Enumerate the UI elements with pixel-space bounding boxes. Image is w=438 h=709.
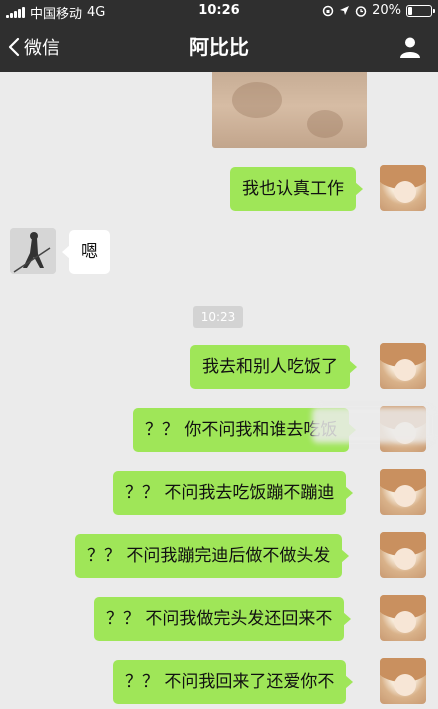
location-icon	[340, 6, 350, 15]
message-bubble[interactable]: ？？ 不问我去吃饭蹦不蹦迪	[113, 471, 354, 515]
my-avatar[interactable]	[380, 532, 426, 578]
message-bubble[interactable]: ？？ 不问我做完头发还回来不	[94, 597, 352, 641]
status-bar: 中国移动 4G 10:26 20%	[0, 0, 438, 22]
my-avatar[interactable]	[380, 469, 426, 515]
my-avatar[interactable]	[380, 343, 426, 389]
message-bubble[interactable]: ？？ 不问我回来了还爱你不	[113, 660, 354, 704]
contact-avatar[interactable]	[10, 228, 56, 274]
battery-icon	[406, 4, 435, 17]
alarm-icon	[355, 5, 367, 17]
my-avatar[interactable]	[380, 595, 426, 641]
contact-photo-icon	[10, 228, 56, 274]
my-avatar[interactable]	[380, 658, 426, 704]
blur-overlay	[312, 407, 432, 443]
lock-rotation-icon	[322, 5, 334, 16]
message-timestamp: 10:23	[193, 306, 243, 328]
message-bubble[interactable]: 我去和别人吃饭了	[190, 345, 357, 389]
nav-bar: 微信 阿比比	[0, 22, 438, 72]
my-avatar[interactable]	[380, 165, 426, 211]
battery-percent: 20%	[372, 3, 401, 18]
message-bubble[interactable]: 我也认真工作	[230, 167, 363, 211]
chat-area[interactable]: 我也认真工作 嗯 10:23 我去和别人吃饭了 ？？ 你不问我和谁去吃饭 ？？ …	[0, 72, 438, 709]
person-icon[interactable]	[398, 35, 422, 59]
message-bubble[interactable]: ？？ 不问我蹦完迪后做不做头发	[75, 534, 350, 578]
image-message[interactable]	[212, 72, 367, 148]
chat-title: 阿比比	[189, 35, 249, 59]
message-bubble[interactable]: 嗯	[62, 230, 110, 274]
